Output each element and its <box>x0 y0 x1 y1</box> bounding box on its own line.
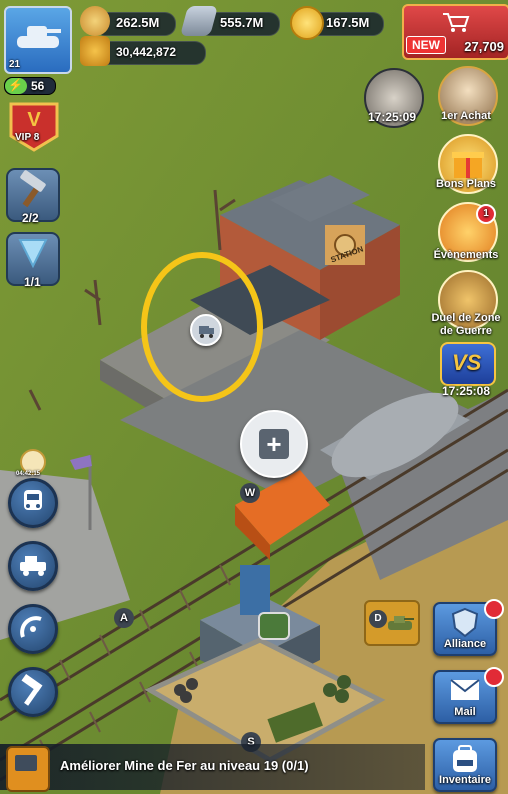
radar-button[interactable] <box>8 604 58 654</box>
quest-text: Améliorer Mine de Fer au niveau 19 (0/1) <box>60 758 309 773</box>
energy-value: 56 <box>31 79 45 93</box>
vs-button[interactable]: VS <box>440 342 496 386</box>
food-icon <box>80 6 110 36</box>
game-scene: + W A S STATION D 21 ⚡ 56 V VIP 8 262.5M… <box>0 0 508 794</box>
jeep-icon <box>20 556 46 576</box>
power-value: 30,442,872 <box>116 45 177 59</box>
train-button[interactable] <box>8 478 58 528</box>
mail-notification-dot <box>484 667 504 687</box>
drill-count: 1/1 <box>24 275 41 289</box>
timer-event-label: 17:25:09 <box>367 110 417 124</box>
tank-avatar-icon <box>17 26 61 48</box>
evenements-label: Évènements <box>433 249 499 261</box>
bons-plans-label: Bons Plans <box>436 178 496 190</box>
vs-timer: 17:25:08 <box>441 384 491 398</box>
hammer-icon <box>20 170 46 208</box>
iron-value: 555.7M <box>220 15 264 30</box>
small-timer: 04:42:15 <box>16 471 41 477</box>
bolt-icon: ⚡ <box>8 78 23 92</box>
train-icon <box>24 490 42 510</box>
gold-coin-icon <box>290 6 324 40</box>
mail-label: Mail <box>454 706 476 718</box>
truck-bubble-icon[interactable] <box>190 314 222 346</box>
cart-icon <box>443 13 470 32</box>
tank-bubble-icon[interactable] <box>258 612 290 640</box>
inventaire-button[interactable]: Inventaire <box>433 738 497 792</box>
duel-label-line1: Duel de Zone <box>431 312 501 324</box>
new-badge: NEW <box>406 36 446 54</box>
build-plus-bubble[interactable]: + <box>240 410 308 478</box>
build-hammer-icon <box>21 673 43 706</box>
premier-achat-label: 1er Achat <box>441 110 491 122</box>
inventaire-label: Inventaire <box>439 774 491 786</box>
energy-bar[interactable]: ⚡ 56 <box>4 77 56 95</box>
quest-bar[interactable]: Améliorer Mine de Fer au niveau 19 (0/1) <box>0 744 425 792</box>
player-level: 21 <box>9 59 21 70</box>
drill-button[interactable]: 1/1 <box>6 232 60 289</box>
radar-icon <box>20 616 42 638</box>
vehicle-button[interactable] <box>8 541 58 591</box>
quest-device-icon <box>6 746 50 792</box>
map-marker-a[interactable]: A <box>114 608 134 628</box>
shop-button[interactable]: NEW 27,709 <box>402 4 508 60</box>
backpack-icon <box>453 745 477 772</box>
duel-label-line2: de Guerre <box>440 325 492 337</box>
power-icon <box>80 36 110 66</box>
food-value: 262.5M <box>116 15 160 30</box>
vs-text: VS <box>452 350 482 375</box>
gems-value: 27,709 <box>464 39 504 54</box>
vip-badge[interactable]: V VIP 8 <box>5 100 63 152</box>
vip-label: VIP 8 <box>15 132 40 143</box>
drill-icon <box>18 239 48 269</box>
build-hammer-button[interactable] <box>8 667 58 717</box>
tank-icon <box>388 616 414 630</box>
marker-d-label: D <box>369 610 387 628</box>
hammer-button[interactable]: 2/2 <box>6 168 60 225</box>
alliance-notification-dot <box>484 599 504 619</box>
hammer-count: 2/2 <box>22 211 39 225</box>
gold-value: 167.5M <box>326 15 370 30</box>
plus-icon: + <box>259 429 289 459</box>
evenements-badge: 1 <box>476 204 496 224</box>
svg-text:V: V <box>27 109 41 131</box>
vehicle-d-button[interactable]: D <box>364 600 420 646</box>
map-marker-w[interactable]: W <box>240 483 260 503</box>
player-avatar[interactable]: 21 <box>4 6 72 74</box>
alliance-label: Alliance <box>443 638 487 650</box>
